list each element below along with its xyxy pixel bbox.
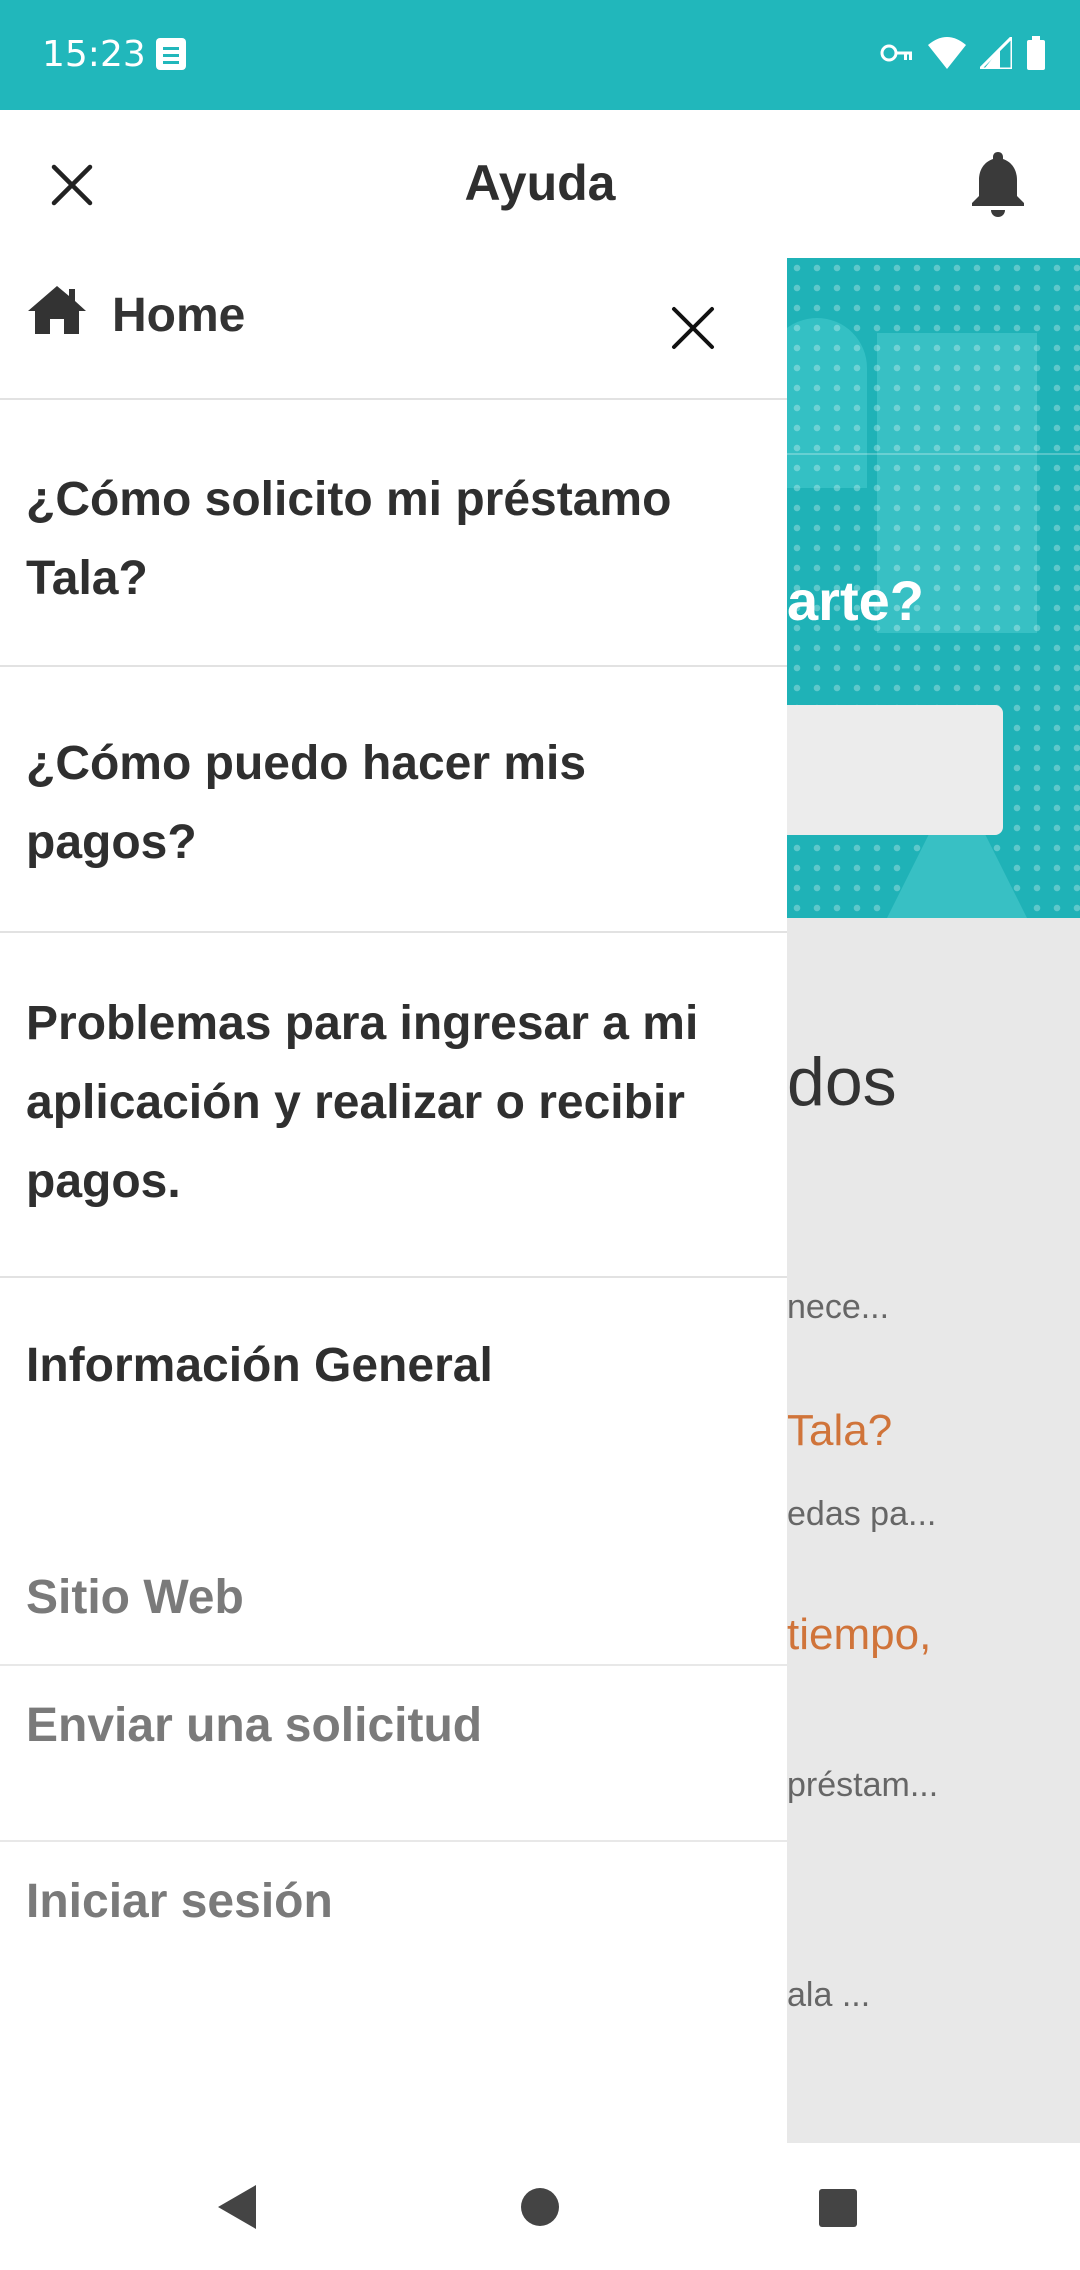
drawer-item-label: ¿Cómo puedo hacer mis pagos? bbox=[26, 737, 587, 869]
signal-icon bbox=[980, 37, 1012, 69]
notification-note-icon bbox=[156, 38, 186, 70]
article-link[interactable]: Tala? bbox=[787, 1406, 892, 1456]
article-link[interactable]: tiempo, bbox=[787, 1610, 931, 1660]
home-button-icon[interactable] bbox=[521, 2188, 559, 2226]
drawer-link-iniciar-sesion[interactable]: Iniciar sesión bbox=[0, 1842, 787, 1992]
status-icons bbox=[880, 36, 1046, 70]
section-heading: dos bbox=[787, 1044, 897, 1120]
drawer-item-problemas-ingreso[interactable]: Problemas para ingresar a mi aplicación … bbox=[0, 933, 787, 1278]
drawer-link-sitio-web[interactable]: Sitio Web bbox=[0, 1538, 787, 1666]
vpn-key-icon bbox=[880, 44, 912, 62]
back-icon[interactable] bbox=[218, 2185, 256, 2229]
home-icon bbox=[28, 286, 86, 334]
navigation-drawer: Home ¿Cómo solicito mi préstamo Tala? ¿C… bbox=[0, 258, 787, 2018]
drawer-link-label: Iniciar sesión bbox=[26, 1875, 333, 1928]
article-snippet: préstam... bbox=[787, 1766, 939, 1804]
drawer-item-label: Información General bbox=[26, 1339, 493, 1392]
wifi-icon bbox=[928, 37, 966, 69]
drawer-link-enviar-solicitud[interactable]: Enviar una solicitud bbox=[0, 1666, 787, 1842]
drawer-link-label: Enviar una solicitud bbox=[26, 1699, 483, 1752]
article-snippet: ala ... bbox=[787, 1976, 871, 2014]
hero-divider bbox=[787, 453, 1080, 455]
drawer-item-label: ¿Cómo solicito mi préstamo Tala? bbox=[26, 473, 672, 605]
article-snippet: nece... bbox=[787, 1288, 890, 1326]
app-bar: Ayuda bbox=[0, 110, 1080, 260]
drawer-link-label: Sitio Web bbox=[26, 1571, 244, 1624]
close-icon[interactable] bbox=[671, 306, 715, 350]
battery-icon bbox=[1027, 36, 1045, 70]
drawer-item-label: Problemas para ingresar a mi aplicación … bbox=[26, 997, 699, 1208]
page-title: Ayuda bbox=[464, 155, 616, 211]
drawer-home-link[interactable]: Home bbox=[112, 288, 245, 343]
hero-text: arte? bbox=[787, 569, 924, 632]
status-bar: 15:23 bbox=[0, 0, 1080, 110]
article-snippet: edas pa... bbox=[787, 1495, 937, 1533]
search-input[interactable] bbox=[787, 705, 1003, 835]
status-time: 15:23 bbox=[42, 34, 146, 75]
hero-banner: arte? bbox=[787, 258, 1080, 918]
drawer-header: Home bbox=[0, 258, 787, 400]
drawer-item-hacer-pagos[interactable]: ¿Cómo puedo hacer mis pagos? bbox=[0, 667, 787, 933]
bell-icon[interactable] bbox=[968, 148, 1028, 218]
drawer-item-informacion-general[interactable]: Información General bbox=[0, 1278, 787, 1468]
recent-apps-icon[interactable] bbox=[819, 2189, 857, 2227]
background-page: arte? dos nece... Tala? edas pa... tiemp… bbox=[787, 258, 1080, 2143]
system-nav-bar bbox=[0, 2143, 1080, 2270]
drawer-item-solicitar-prestamo[interactable]: ¿Cómo solicito mi préstamo Tala? bbox=[0, 400, 787, 667]
